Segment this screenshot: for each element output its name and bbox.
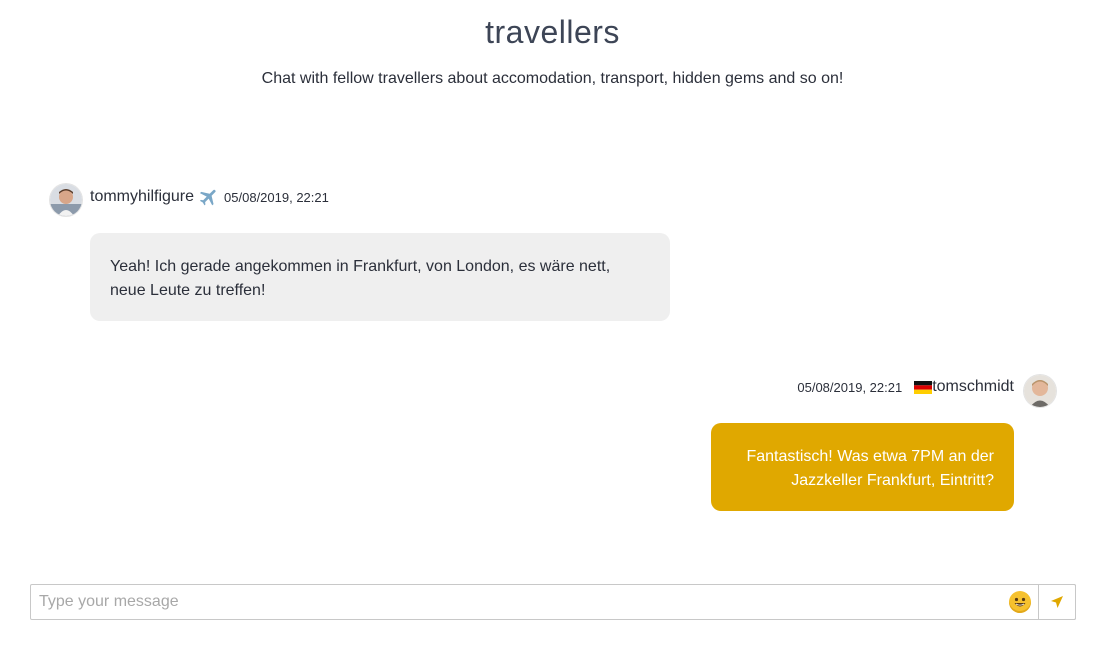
germany-flag-icon (914, 380, 933, 394)
emoji-button[interactable] (1009, 591, 1031, 613)
message-input[interactable] (31, 585, 1001, 619)
message-composer (30, 584, 1076, 620)
message-timestamp: 05/08/2019, 22:21 (797, 379, 903, 395)
send-arrow-icon (1051, 596, 1063, 608)
message-bubble: Fantastisch! Was etwa 7PM an der Jazzkel… (711, 423, 1014, 511)
avatar[interactable] (1024, 375, 1056, 407)
message-text-line: neue Leute zu treffen! (110, 282, 266, 299)
avatar[interactable] (50, 184, 82, 216)
message-meta: 05/08/2019, 22:21 tomschmidt (784, 375, 1014, 399)
avatar-photo-icon (50, 184, 82, 216)
message-text-line: Jazzkeller Frankfurt, Eintritt? (791, 472, 994, 489)
message-username[interactable]: tommyhilfigure (90, 188, 194, 206)
airplane-icon (198, 186, 220, 208)
avatar-photo-icon (1024, 375, 1056, 407)
message-text-line: Fantastisch! Was etwa 7PM an der (746, 448, 994, 465)
message-meta: tommyhilfigure 05/08/2019, 22:21 (90, 184, 329, 210)
message-bubble: Yeah! Ich gerade angekommen in Frankfurt… (90, 233, 670, 321)
message-timestamp: 05/08/2019, 22:21 (224, 189, 329, 205)
message-text-line: Yeah! Ich gerade angekommen in Frankfurt… (110, 258, 611, 275)
emoji-smile-icon (1014, 597, 1026, 607)
channel-title: travellers (485, 14, 620, 50)
send-button[interactable] (1038, 584, 1076, 620)
message-username[interactable]: tomschmidt (932, 378, 1014, 396)
channel-description: Chat with fellow travellers about accomo… (261, 70, 844, 87)
